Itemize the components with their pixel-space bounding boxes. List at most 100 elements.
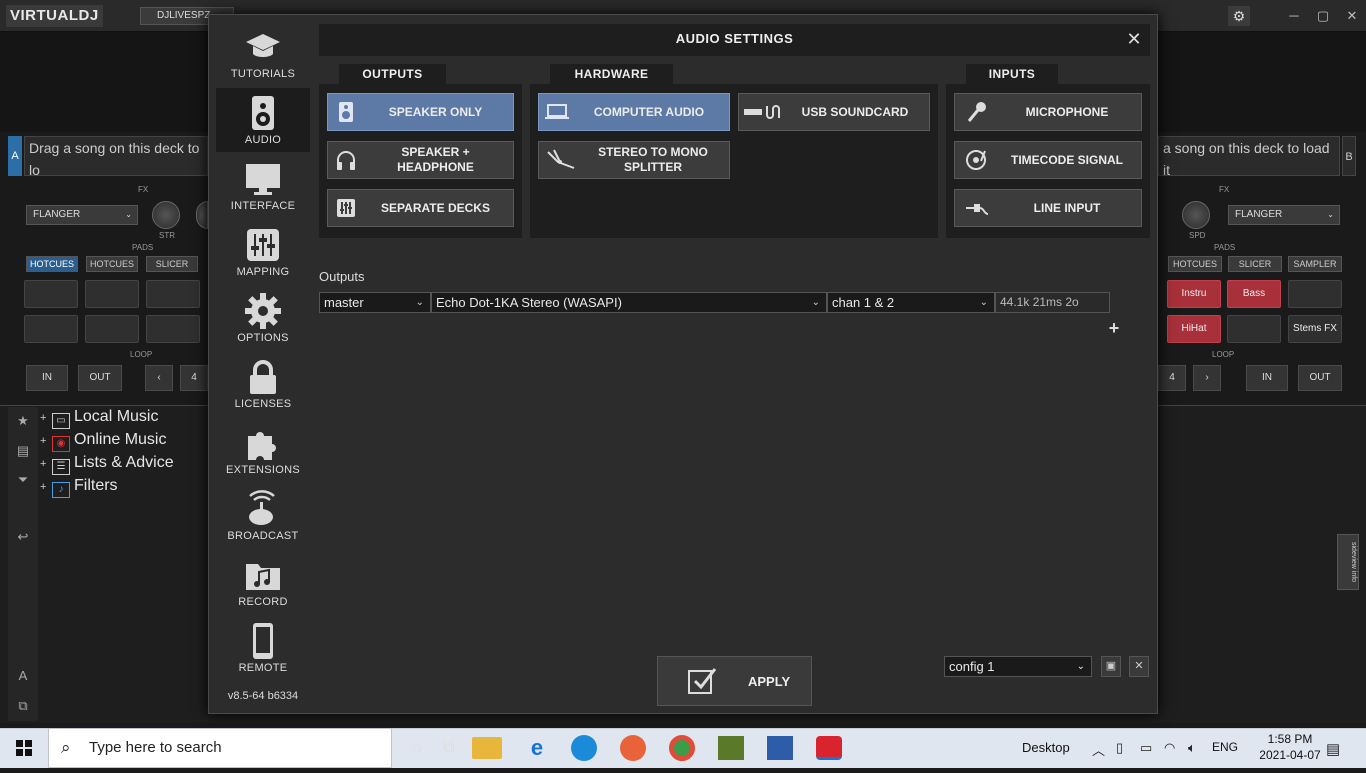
minimize-icon[interactable]: ─	[1284, 6, 1304, 26]
usb-soundcard-button[interactable]: USB SOUNDCARD	[738, 93, 930, 131]
settings-gear-icon[interactable]: ⚙	[1228, 6, 1250, 26]
computer-audio-button[interactable]: COMPUTER AUDIO	[538, 93, 730, 131]
pad-right-2[interactable]: Bass	[1227, 280, 1281, 308]
nav-remote[interactable]: REMOTE	[216, 616, 310, 680]
knob-partial[interactable]	[196, 201, 208, 229]
pad-left-2[interactable]	[85, 280, 139, 308]
tree-filters[interactable]: + ♪ Filters	[40, 475, 118, 498]
pad-left-6[interactable]	[146, 315, 200, 343]
firefox-icon[interactable]	[620, 735, 646, 761]
nav-mapping[interactable]: MAPPING	[216, 220, 310, 284]
expand-icon[interactable]: +	[40, 430, 50, 452]
str-knob[interactable]	[152, 201, 180, 229]
nav-tutorials[interactable]: TUTORIALS	[216, 22, 310, 86]
config-select[interactable]: config 1 ⌄	[944, 656, 1092, 677]
wifi-icon[interactable]: ◠	[1164, 740, 1175, 756]
filter-icon[interactable]: ⏷	[12, 469, 34, 491]
language-indicator[interactable]: ENG	[1212, 740, 1238, 754]
favorites-star-icon[interactable]: ★	[12, 410, 34, 432]
pad-mode-hotcues-right[interactable]: HOTCUES	[1168, 256, 1222, 272]
stereo-mono-splitter-button[interactable]: STEREO TO MONO SPLITTER	[538, 141, 730, 179]
output-target-select[interactable]: master ⌄	[319, 292, 431, 313]
nav-licenses[interactable]: LICENSES	[216, 352, 310, 416]
loop-in-right[interactable]: IN	[1246, 365, 1288, 391]
app-tool-icon[interactable]	[718, 736, 744, 760]
tree-local-music[interactable]: + ▭ Local Music	[40, 406, 158, 429]
close-dialog-icon[interactable]: ✕	[1124, 28, 1144, 50]
volume-icon[interactable]: 🔈︎	[1188, 740, 1196, 756]
output-device-select[interactable]: Echo Dot-1KA Stereo (WASAPI) ⌄	[431, 292, 827, 313]
edge-icon[interactable]	[571, 735, 597, 761]
nav-broadcast[interactable]: BROADCAST	[216, 484, 310, 548]
text-size-icon[interactable]: A	[12, 665, 34, 687]
tray-chevron-icon[interactable]: ︿	[1092, 740, 1105, 759]
loop-size-left[interactable]: 4	[180, 365, 208, 391]
close-window-icon[interactable]: ✕	[1342, 6, 1362, 26]
layout-icon[interactable]: ⧉	[12, 695, 34, 717]
folder-add-icon[interactable]: ▤	[12, 440, 34, 462]
tree-online-music[interactable]: + ◉ Online Music	[40, 429, 166, 452]
tray-app-icon[interactable]: ▯	[1116, 740, 1123, 756]
nav-record[interactable]: RECORD	[216, 550, 310, 614]
expand-icon[interactable]: +	[40, 407, 50, 429]
expand-icon[interactable]: +	[40, 476, 50, 498]
cortana-icon[interactable]: ○	[402, 734, 432, 762]
battery-icon[interactable]: ▭	[1140, 740, 1152, 756]
speaker-headphone-button[interactable]: SPEAKER + HEADPHONE	[327, 141, 514, 179]
loop-halve-left[interactable]: ‹	[145, 365, 173, 391]
pad-mode-sampler-right[interactable]: SAMPLER	[1288, 256, 1342, 272]
pad-mode-slicer-left[interactable]: SLICER	[146, 256, 198, 272]
loop-out-left[interactable]: OUT	[78, 365, 122, 391]
nav-extensions[interactable]: EXTENSIONS	[216, 418, 310, 482]
chrome-icon[interactable]	[669, 735, 695, 761]
task-view-icon[interactable]: ⧉	[434, 734, 464, 762]
loop-double-right[interactable]: ›	[1193, 365, 1221, 391]
pad-right-5[interactable]	[1227, 315, 1281, 343]
pad-right-4[interactable]: HiHat	[1167, 315, 1221, 343]
spd-knob[interactable]	[1182, 201, 1210, 229]
deck-b-song-strip[interactable]: a song on this deck to load it	[1158, 136, 1340, 178]
pad-left-5[interactable]	[85, 315, 139, 343]
tree-lists-advice[interactable]: + ☰ Lists & Advice	[40, 452, 174, 475]
pad-mode-slicer-right[interactable]: SLICER	[1228, 256, 1282, 272]
add-output-icon[interactable]: +	[1106, 318, 1122, 338]
pad-mode-hotcues2-left[interactable]: HOTCUES	[86, 256, 138, 272]
nav-options[interactable]: OPTIONS	[216, 286, 310, 350]
loop-out-right[interactable]: OUT	[1298, 365, 1342, 391]
virtualdj-taskbar-icon[interactable]	[816, 736, 842, 760]
notification-icon[interactable]: ▤	[1326, 740, 1340, 758]
maximize-icon[interactable]: ▢	[1313, 6, 1333, 26]
output-channels-select[interactable]: chan 1 & 2 ⌄	[827, 292, 995, 313]
nav-interface[interactable]: INTERFACE	[216, 154, 310, 218]
expand-icon[interactable]: +	[40, 453, 50, 475]
microphone-button[interactable]: MICROPHONE	[954, 93, 1142, 131]
back-icon[interactable]: ↩	[12, 526, 34, 548]
pad-right-3[interactable]	[1288, 280, 1342, 308]
taskbar-clock[interactable]: 1:58 PM 2021-04-07	[1258, 731, 1322, 763]
pad-left-1[interactable]	[24, 280, 78, 308]
taskbar-search-input[interactable]: ⌕ Type here to search	[48, 728, 392, 768]
desktop-toolbar-label[interactable]: Desktop	[1022, 740, 1070, 755]
timecode-signal-button[interactable]: TIMECODE SIGNAL	[954, 141, 1142, 179]
loop-size-right[interactable]: 4	[1158, 365, 1186, 391]
internet-explorer-icon[interactable]: e	[522, 734, 552, 762]
separate-decks-button[interactable]: SEPARATE DECKS	[327, 189, 514, 227]
network-app-icon[interactable]	[767, 736, 793, 760]
line-input-button[interactable]: LINE INPUT	[954, 189, 1142, 227]
apply-button[interactable]: APPLY	[657, 656, 812, 706]
fx-select-left[interactable]: FLANGER ⌄	[26, 205, 138, 225]
file-explorer-icon[interactable]	[472, 737, 502, 759]
speaker-only-button[interactable]: SPEAKER ONLY	[327, 93, 514, 131]
pad-right-1[interactable]: Instru	[1167, 280, 1221, 308]
save-config-icon[interactable]: ▣	[1101, 656, 1121, 677]
start-button[interactable]	[0, 728, 48, 768]
pad-left-3[interactable]	[146, 280, 200, 308]
deck-a-song-strip[interactable]: Drag a song on this deck to lo	[24, 136, 208, 178]
pad-left-4[interactable]	[24, 315, 78, 343]
pad-mode-hotcues-left[interactable]: HOTCUES	[26, 256, 78, 272]
nav-audio[interactable]: AUDIO	[216, 88, 310, 152]
loop-in-left[interactable]: IN	[26, 365, 68, 391]
delete-config-icon[interactable]: ✕	[1129, 656, 1149, 677]
sideview-info-tab[interactable]: sideview info	[1337, 534, 1359, 590]
pad-right-6[interactable]: Stems FX	[1288, 315, 1342, 343]
